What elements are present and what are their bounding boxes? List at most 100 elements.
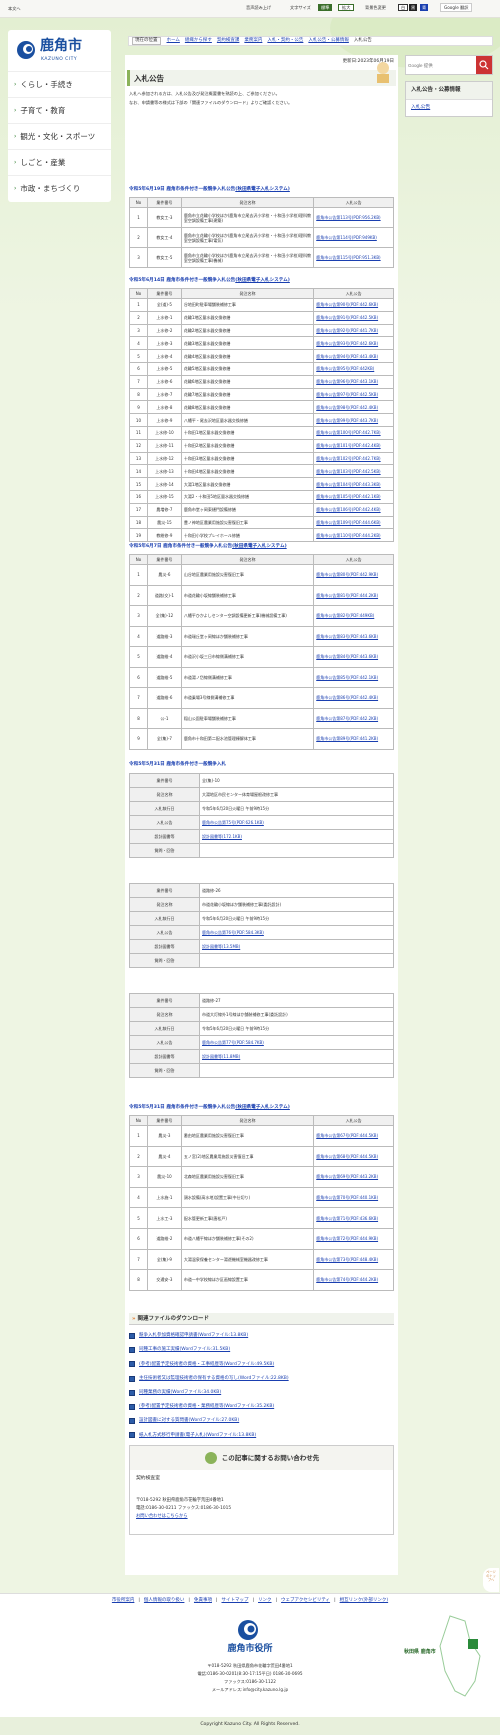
notice-pdf-link[interactable]: 鹿角市公告第103号(PDF:442.5KB) <box>316 469 380 474</box>
notice-pdf-link[interactable]: 鹿角市公告第99号(PDF:443.7KB) <box>316 418 378 423</box>
nav-item-life[interactable]: › くらし・手続き <box>8 72 111 98</box>
breadcrumb-dept[interactable]: 契約検査課 <box>217 38 240 44</box>
notice-pdf-link[interactable]: 鹿角市公告第102号(PDF:442.7KB) <box>316 456 380 461</box>
footer-link[interactable]: 相互リンク(外部リンク) <box>340 1598 389 1604</box>
download-link[interactable]: (参考)配置予定技術者の資格・業務経歴等(Wordファイル:35.2KB) <box>139 1404 274 1410</box>
notice-pdf-link[interactable]: 鹿角市公告第109号(PDF:444.6KB) <box>316 520 380 525</box>
table-cell: 鹿角市公告第77号(PDF:584.7KB) <box>199 1035 394 1050</box>
table-cell: 市道瑞丘堂ヶ岡線ほか舗装補修工事 <box>180 625 315 647</box>
table-cell: 鹿角市公告第113号(PDF:956.2KB) <box>313 207 394 228</box>
notice-pdf-link[interactable]: 鹿角市公告第72号(PDF:444.9KB) <box>316 1236 378 1241</box>
notice-pdf-link[interactable]: 鹿角市公告第81号(PDF:444.2KB) <box>316 593 378 598</box>
skip-link[interactable]: 本文へ <box>8 6 21 11</box>
notice-pdf-link[interactable]: 鹿角市公告第69号(PDF:443.2KB) <box>316 1174 378 1179</box>
site-logo[interactable]: 鹿角市 KAZUNO CITY <box>8 30 111 72</box>
table-cell: 上水修-2 <box>146 323 182 338</box>
eb-system-link[interactable]: (秋田県電子入札システム) <box>235 187 290 192</box>
notice-pdf-link[interactable]: 鹿角市公告第74号(PDF:444.2KB) <box>316 1277 378 1282</box>
search-input[interactable] <box>408 59 468 71</box>
design-docs-link[interactable]: 設計図書等(172.1KB) <box>202 834 242 839</box>
table-cell: 12 <box>129 438 148 453</box>
table-row: 4 道路維-3 市道瑞丘堂ヶ岡線ほか舗装補修工事 鹿角市公告第83号(PDF:443.… <box>129 625 394 647</box>
notice-pdf-link[interactable]: 鹿角市公告第68号(PDF:444.5KB) <box>316 1154 378 1159</box>
color-black-button[interactable]: 黒 <box>409 4 418 12</box>
footer-link[interactable]: 免責事項 <box>194 1598 212 1604</box>
download-link[interactable]: 同種業務の実績(Wordファイル:34.0KB) <box>139 1390 221 1396</box>
notice-pdf-link[interactable]: 鹿角市公告第89号(PDF:441.2KB) <box>316 736 378 741</box>
design-docs-link[interactable]: 設計図書等(13.5MB) <box>202 944 240 949</box>
notice-pdf-link[interactable]: 鹿角市公告第104号(PDF:443.3KB) <box>316 482 380 487</box>
eb-system-link[interactable]: (秋田県電子入札システム) <box>235 1105 290 1110</box>
notice-pdf-link[interactable]: 鹿角市公告第100号(PDF:442.7KB) <box>316 430 380 435</box>
download-link[interactable]: (参考)配置予定技術者の資格・工事経歴等(Wordファイル:49.5KB) <box>139 1362 274 1368</box>
download-link[interactable]: 主任技術者又は監理技術者の保有する資格の写し(Wordファイル:22.8KB) <box>139 1376 289 1382</box>
nav-item-work[interactable]: › しごと・産業 <box>8 150 111 176</box>
table-row: 3 上水修-2 花輪2地区量水器交換修繕 鹿角市公告第92号(PDF:441.7KB) <box>129 323 394 338</box>
size-large-button[interactable]: 拡大 <box>338 4 355 12</box>
notice-pdf-link[interactable]: 鹿角市公告第97号(PDF:442.5KB) <box>316 392 378 397</box>
notice-pdf-link[interactable]: 鹿角市公告第115号(PDF:951.3KB) <box>316 255 380 260</box>
table-cell: 設計図書等(13.5MB) <box>199 939 394 954</box>
notice-pdf-link[interactable]: 鹿角市公告第87号(PDF:442.2KB) <box>316 716 378 721</box>
notice-pdf-link[interactable]: 鹿角市公告第93号(PDF:442.6KB) <box>316 341 378 346</box>
notice-pdf-link[interactable]: 鹿角市公告第113号(PDF:956.2KB) <box>316 215 380 220</box>
column-header: No <box>129 288 148 299</box>
notice-pdf-link[interactable]: 鹿角市公告第95号(PDF:442KB) <box>316 366 374 371</box>
breadcrumb-bid[interactable]: 入札・契約・公告 <box>267 38 303 44</box>
footer-link[interactable]: 市役所案内 <box>112 1598 135 1604</box>
notice-pdf-link[interactable]: 鹿角市公告第71号(PDF:436.6KB) <box>316 1216 378 1221</box>
notice-pdf-link[interactable]: 鹿角市公告第101号(PDF:442.4KB) <box>316 443 380 448</box>
notice-pdf-link[interactable]: 鹿角市公告第90号(PDF:442.6KB) <box>316 302 378 307</box>
notice-pdf-link[interactable]: 鹿角市公告第77号(PDF:584.7KB) <box>202 1040 264 1045</box>
search-button[interactable] <box>476 56 492 74</box>
color-white-button[interactable]: 白 <box>398 4 409 12</box>
notice-pdf-link[interactable]: 鹿角市公告第94号(PDF:443.4KB) <box>316 354 378 359</box>
eb-system-link[interactable]: (秋田県電子入札システム) <box>232 544 287 549</box>
notice-pdf-link[interactable]: 鹿角市公告第76号(PDF:584.3KB) <box>202 930 264 935</box>
notice-pdf-link[interactable]: 鹿角市公告第73号(PDF:448.4KB) <box>316 1257 378 1262</box>
voice-link[interactable]: 音声読み上げ <box>246 5 271 10</box>
notice-pdf-link[interactable]: 鹿角市公告第86号(PDF:442.4KB) <box>316 695 378 700</box>
separator: | <box>138 1597 140 1603</box>
breadcrumb-home[interactable]: ホーム <box>167 38 180 44</box>
color-blue-button[interactable]: 青 <box>420 4 429 12</box>
download-link[interactable]: 紙入札方式移行申請書(電子入札)(Wordファイル:13.8KB) <box>139 1433 256 1439</box>
nav-item-childcare[interactable]: › 子育て・教育 <box>8 98 111 124</box>
design-docs-link[interactable]: 設計図書等(11.8MB) <box>202 1054 240 1059</box>
notice-pdf-link[interactable]: 鹿角市公告第83号(PDF:443.6KB) <box>316 634 378 639</box>
footer-link[interactable]: サイトマップ <box>221 1598 248 1604</box>
eb-system-link[interactable]: (秋田県電子入札システム) <box>235 278 290 283</box>
notice-pdf-link[interactable]: 鹿角市公告第92号(PDF:441.7KB) <box>316 328 378 333</box>
download-link[interactable]: 同種工事の施工実績(Wordファイル:31.5KB) <box>139 1347 230 1353</box>
nav-item-city[interactable]: › 市政・まちづくり <box>8 176 111 202</box>
download-link[interactable]: 競争入札参加資格確認申請書(Wordファイル:13.8KB) <box>139 1333 248 1339</box>
related-menu-link[interactable]: 入札公告 <box>411 105 430 110</box>
notice-pdf-link[interactable]: 鹿角市公告第98号(PDF:442.4KB) <box>316 405 378 410</box>
notice-pdf-link[interactable]: 鹿角市公告第91号(PDF:442.5KB) <box>316 315 378 320</box>
notice-pdf-link[interactable]: 鹿角市公告第85号(PDF:442.1KB) <box>316 675 378 680</box>
notice-pdf-link[interactable]: 鹿角市公告第82号(PDF:449KB) <box>316 613 374 618</box>
notice-pdf-link[interactable]: 鹿角市公告第67号(PDF:444.5KB) <box>316 1133 378 1138</box>
notice-pdf-link[interactable]: 鹿角市公告第105号(PDF:442.1KB) <box>316 494 380 499</box>
notice-pdf-link[interactable]: 鹿角市公告第75号(PDF:626.1KB) <box>202 820 264 825</box>
footer-link[interactable]: リンク <box>258 1598 272 1604</box>
size-standard-button[interactable]: 標準 <box>318 4 333 12</box>
notice-pdf-link[interactable]: 鹿角市公告第84号(PDF:443.6KB) <box>316 654 378 659</box>
breadcrumb-work[interactable]: 業務案内 <box>244 38 262 44</box>
notice-pdf-link[interactable]: 鹿角市公告第96号(PDF:443.1KB) <box>316 379 378 384</box>
breadcrumb-notice-list[interactable]: 入札公告・公募情報 <box>308 38 349 44</box>
notice-pdf-link[interactable]: 鹿角市公告第80号(PDF:442.9KB) <box>316 572 378 577</box>
notice-pdf-link[interactable]: 鹿角市公告第70号(PDF:440.1KB) <box>316 1195 378 1200</box>
nav-item-tourism[interactable]: › 観光・文化・スポーツ <box>8 124 111 150</box>
notice-pdf-link[interactable]: 鹿角市公告第114号(PDF:949KB) <box>316 235 377 240</box>
footer-link[interactable]: ウェブアクセシビリティ <box>281 1598 330 1604</box>
table-cell: 花輪2地区量水器交換修繕 <box>180 323 315 338</box>
notice-pdf-link[interactable]: 鹿角市公告第106号(PDF:442.4KB) <box>316 507 380 512</box>
google-translate-button[interactable]: Google 翻訳 <box>440 3 473 13</box>
download-link[interactable]: 設計図書に対する質問書(Wordファイル:27.0KB) <box>139 1418 239 1424</box>
page-top-button[interactable]: ページのトップへ <box>483 1568 499 1592</box>
contact-form-link[interactable]: お問い合わせはこちらから <box>136 1514 188 1519</box>
footer-link[interactable]: 個人情報の取り扱い <box>144 1598 185 1604</box>
notice-pdf-link[interactable]: 鹿角市公告第110号(PDF:444.2KB) <box>316 533 380 538</box>
breadcrumb-org[interactable]: 組織から探す <box>185 38 212 44</box>
